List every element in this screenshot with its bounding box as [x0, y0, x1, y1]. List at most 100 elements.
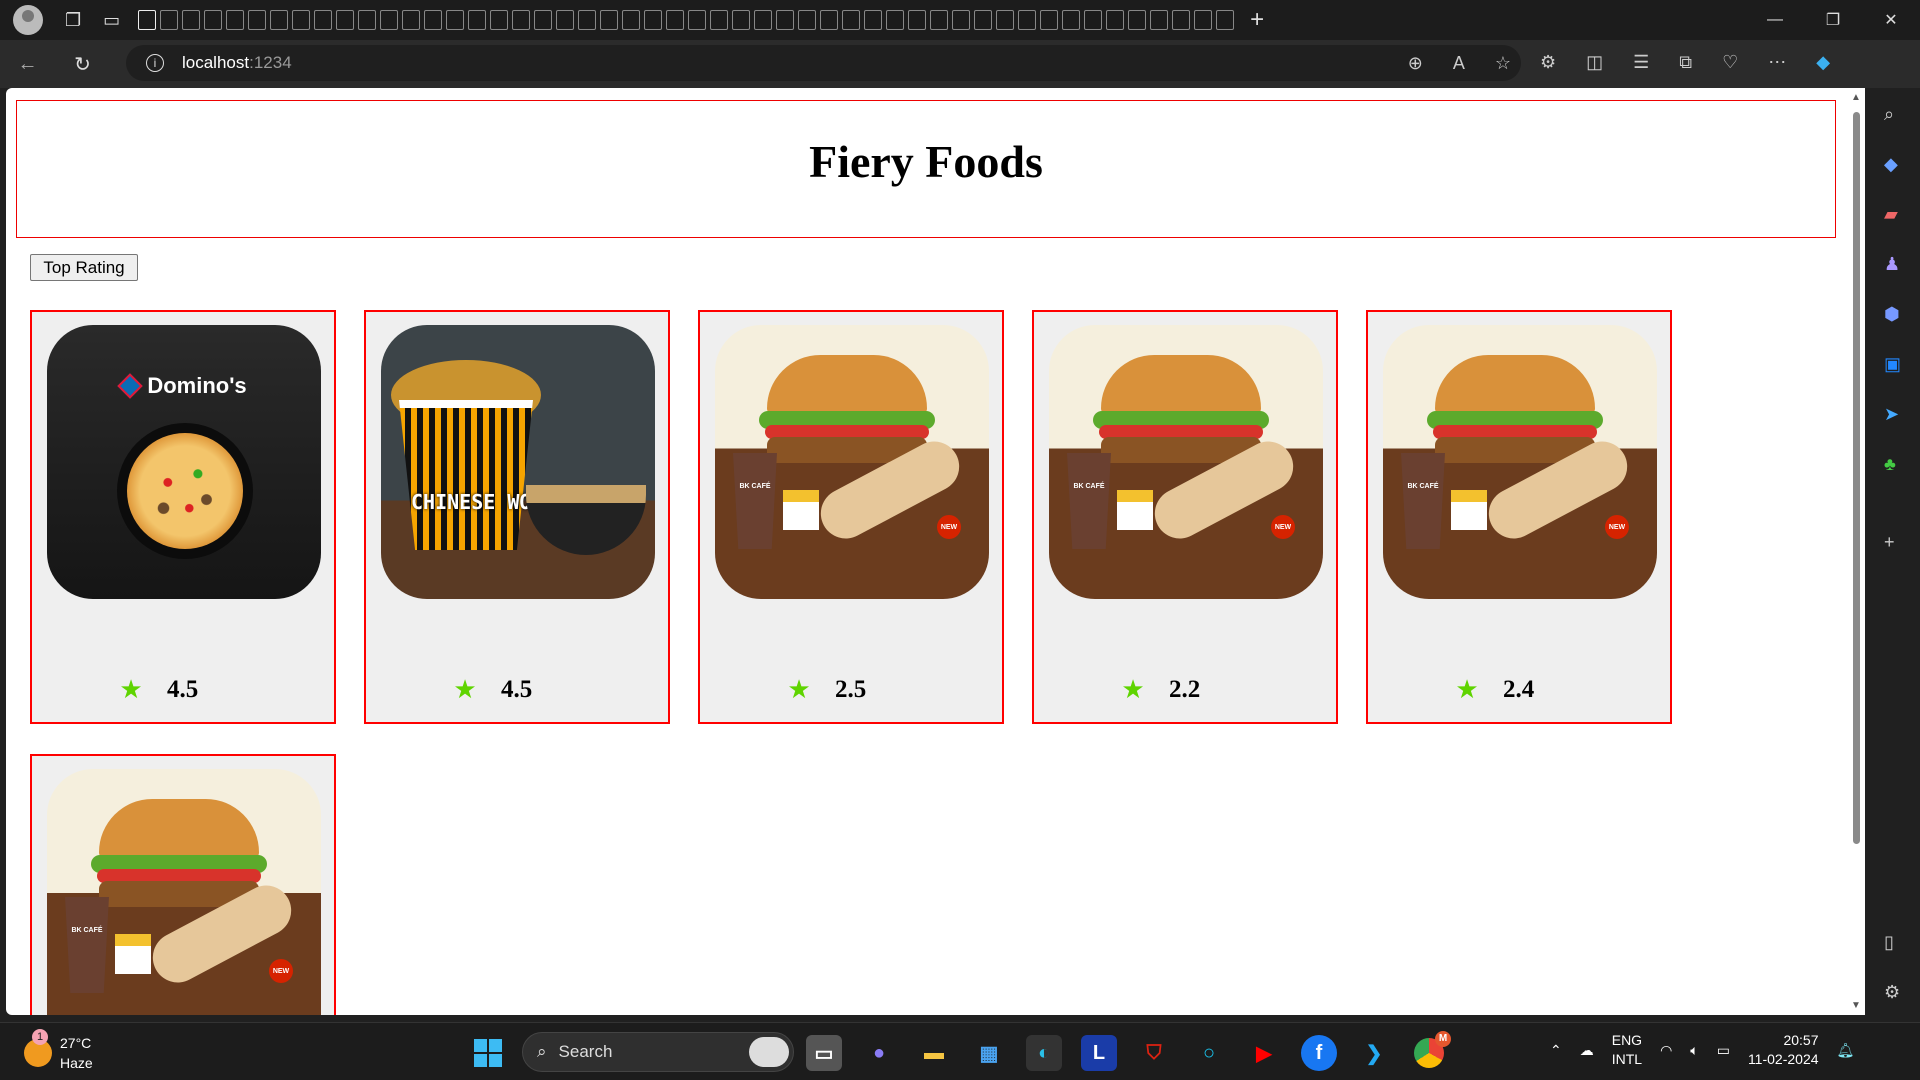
restaurant-card[interactable]: BK CAFÉ NEW	[30, 754, 336, 1015]
wifi-icon[interactable]: ◠	[1660, 1042, 1672, 1059]
vscode-icon[interactable]: ❯	[1356, 1035, 1392, 1071]
extensions-icon[interactable]: ⚙	[1540, 52, 1556, 73]
tools-icon[interactable]: ▰	[1884, 204, 1898, 225]
browser-tab[interactable]	[226, 10, 245, 30]
browser-tab[interactable]	[402, 10, 421, 30]
browser-tab[interactable]	[1128, 10, 1147, 30]
mcafee-icon[interactable]: ⛉	[1136, 1035, 1172, 1071]
browser-tab[interactable]	[512, 10, 531, 30]
site-info-icon[interactable]: i	[146, 54, 164, 72]
vertical-scrollbar[interactable]: ▲ ▼	[1848, 88, 1865, 1015]
browser-tab[interactable]	[1150, 10, 1169, 30]
browser-tab[interactable]	[380, 10, 399, 30]
browser-tab[interactable]	[204, 10, 223, 30]
browser-tab[interactable]	[996, 10, 1015, 30]
browser-tab[interactable]	[182, 10, 201, 30]
browser-tab[interactable]	[622, 10, 641, 30]
chrome-icon[interactable]: M	[1411, 1031, 1451, 1071]
browser-tab[interactable]	[1216, 10, 1235, 30]
outlook-icon[interactable]: ▣	[1884, 354, 1901, 375]
copilot-icon[interactable]	[749, 1037, 789, 1067]
browser-tab[interactable]	[292, 10, 311, 30]
top-rating-button[interactable]: Top Rating	[30, 254, 138, 281]
browser-tab[interactable]	[886, 10, 905, 30]
telegram-icon[interactable]: ➤	[1884, 404, 1899, 425]
collections-icon[interactable]: ⧉	[1679, 52, 1692, 73]
browser-tab[interactable]	[424, 10, 443, 30]
restore-button[interactable]: ❐	[1804, 0, 1862, 40]
alexa-icon[interactable]: ○	[1191, 1035, 1227, 1071]
scroll-down-arrow[interactable]: ▼	[1851, 1000, 1861, 1011]
browser-tab[interactable]	[160, 10, 179, 30]
browser-tab[interactable]	[1040, 10, 1059, 30]
tab-actions-icon[interactable]: ▭	[103, 10, 120, 31]
browser-tab[interactable]	[1172, 10, 1191, 30]
new-tab-button[interactable]: +	[1250, 6, 1264, 34]
url-text[interactable]: localhost:1234	[182, 53, 292, 73]
facebook-icon[interactable]: f	[1301, 1035, 1337, 1071]
restaurant-card[interactable]: BK CAFÉ NEW ★ 2.4	[1366, 310, 1672, 724]
browser-tab[interactable]	[468, 10, 487, 30]
browser-tab[interactable]	[534, 10, 553, 30]
file-explorer-icon[interactable]: ▬	[916, 1035, 952, 1071]
copilot-icon[interactable]: ◆	[1816, 52, 1830, 73]
weather-widget[interactable]: 1 27°C Haze	[24, 1029, 93, 1073]
browser-tab[interactable]	[1018, 10, 1037, 30]
edge-icon[interactable]: ◐	[1026, 1035, 1062, 1071]
more-menu-icon[interactable]: ⋯	[1768, 52, 1786, 73]
workspaces-icon[interactable]: ❐	[65, 10, 81, 31]
tree-icon[interactable]: ♣	[1884, 454, 1896, 475]
minimize-button[interactable]: —	[1746, 0, 1804, 40]
browser-tab[interactable]	[1084, 10, 1103, 30]
zoom-icon[interactable]: ⊕	[1408, 53, 1423, 74]
browser-tab[interactable]	[952, 10, 971, 30]
browser-tab[interactable]	[358, 10, 377, 30]
clock[interactable]: 20:57 11-02-2024	[1748, 1031, 1819, 1069]
settings-icon[interactable]: ⚙	[1884, 982, 1900, 1003]
add-sidebar-icon[interactable]: +	[1884, 532, 1895, 553]
browser-tab[interactable]	[974, 10, 993, 30]
read-aloud-icon[interactable]: A	[1453, 53, 1465, 74]
browser-tab[interactable]	[798, 10, 817, 30]
refresh-button[interactable]: ↻	[55, 52, 110, 77]
browser-tab[interactable]	[864, 10, 883, 30]
restaurant-card[interactable]: BK CAFÉ NEW ★ 2.2	[1032, 310, 1338, 724]
browser-tab[interactable]	[710, 10, 729, 30]
volume-icon[interactable]: 🔈︎	[1690, 1042, 1698, 1059]
notification-bell-icon[interactable]: 🔔︎	[1837, 1042, 1855, 1059]
browser-tab[interactable]	[578, 10, 597, 30]
restaurant-card[interactable]: Domino's ★ 4.5	[30, 310, 336, 724]
search-icon[interactable]: ⌕	[1884, 104, 1894, 125]
browser-tab[interactable]	[270, 10, 289, 30]
browser-tab[interactable]	[336, 10, 355, 30]
browser-tab[interactable]	[930, 10, 949, 30]
start-windows-icon[interactable]	[474, 1039, 502, 1067]
restaurant-card[interactable]: CHINESE WOK ★ 4.5	[364, 310, 670, 724]
profile-avatar[interactable]	[13, 5, 43, 35]
shopping-tag-icon[interactable]: ◆	[1884, 154, 1898, 175]
browser-tab[interactable]	[842, 10, 861, 30]
scroll-up-arrow[interactable]: ▲	[1851, 92, 1861, 103]
taskbar-search[interactable]: ⌕ Search	[522, 1032, 794, 1072]
favorite-star-icon[interactable]: ☆	[1495, 53, 1511, 74]
browser-tab[interactable]	[1194, 10, 1213, 30]
browser-tab[interactable]	[600, 10, 619, 30]
browser-tab[interactable]	[908, 10, 927, 30]
teams-chat-icon[interactable]: ●	[861, 1035, 897, 1071]
m365-icon[interactable]: ⬢	[1884, 304, 1900, 325]
browser-tab[interactable]	[490, 10, 509, 30]
browser-tab[interactable]	[446, 10, 465, 30]
browser-tab[interactable]	[644, 10, 663, 30]
browser-tab[interactable]	[666, 10, 685, 30]
browser-tab[interactable]	[556, 10, 575, 30]
task-view-icon[interactable]: ▭	[806, 1035, 842, 1071]
browser-tab[interactable]	[688, 10, 707, 30]
microsoft-store-icon[interactable]: ▦	[971, 1035, 1007, 1071]
browser-essentials-icon[interactable]: ♡	[1722, 52, 1738, 73]
language-indicator[interactable]: ENG INTL	[1612, 1031, 1642, 1069]
back-button[interactable]: ←	[0, 53, 55, 76]
l-app-icon[interactable]: L	[1081, 1035, 1117, 1071]
youtube-icon[interactable]: ▶	[1246, 1035, 1282, 1071]
browser-tab[interactable]	[732, 10, 751, 30]
onedrive-sync-icon[interactable]: ☁	[1580, 1042, 1594, 1059]
